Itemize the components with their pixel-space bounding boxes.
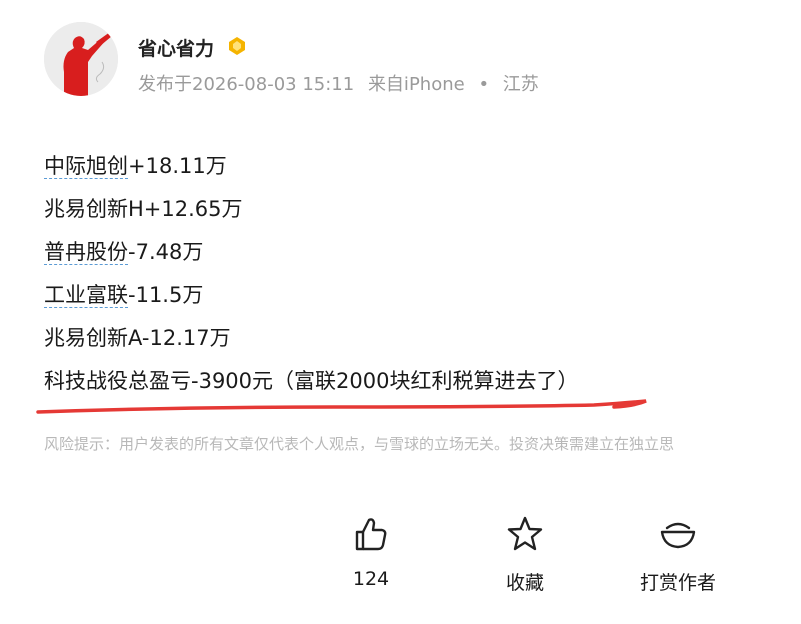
- favorite-button[interactable]: 收藏: [490, 514, 560, 595]
- thumbs-up-icon: [355, 518, 387, 551]
- holding-line: 兆易创新H+12.65万: [44, 191, 801, 234]
- tip-author-button[interactable]: 打赏作者: [628, 514, 728, 595]
- summary-line: 科技战役总盈亏-3900元（富联2000块红利税算进去了）: [44, 369, 579, 393]
- post-location: 江苏: [502, 74, 539, 95]
- favorite-label: 收藏: [505, 572, 544, 594]
- risk-notice: 风险提示：用户发表的所有文章仅代表个人观点，与雪球的立场无关。投资决策需建立在独…: [44, 435, 675, 453]
- post-content: 中际旭创+18.11万 兆易创新H+12.65万 普冉股份-7.48万 工业富联…: [44, 148, 801, 399]
- like-button[interactable]: 124: [340, 514, 402, 590]
- avatar-silhouette-icon: [44, 22, 118, 96]
- pnl-value: -12.17万: [141, 326, 231, 350]
- post-meta: 发布于2026-08-03 15:11 来自iPhone • 江苏: [138, 70, 547, 96]
- stock-link[interactable]: 工业富联: [44, 283, 128, 308]
- tip-label: 打赏作者: [639, 572, 716, 594]
- holding-line: 中际旭创+18.11万: [44, 148, 801, 191]
- publish-time[interactable]: 发布于2026-08-03 15:11: [138, 74, 354, 95]
- pnl-value: -11.5万: [128, 283, 204, 307]
- author-avatar[interactable]: [44, 22, 118, 96]
- stock-link[interactable]: 普冉股份: [44, 240, 128, 265]
- red-underline-annotation: [36, 399, 647, 414]
- like-count: 124: [352, 568, 390, 590]
- pnl-value: +12.65万: [143, 197, 243, 221]
- vip-badge-icon: [229, 37, 245, 55]
- pnl-value: +18.11万: [128, 154, 227, 178]
- stock-link[interactable]: 中际旭创: [44, 154, 128, 179]
- gold-ingot-icon: [660, 522, 696, 549]
- meta-separator: •: [478, 74, 490, 95]
- stock-name: 兆易创新H: [44, 197, 144, 221]
- holding-line: 普冉股份-7.48万: [44, 234, 801, 277]
- star-icon: [507, 516, 543, 551]
- post-source: 来自iPhone: [367, 74, 465, 95]
- pnl-value: -7.48万: [128, 240, 204, 264]
- author-name[interactable]: 省心省力: [138, 34, 214, 61]
- stock-name: 兆易创新A: [44, 326, 142, 350]
- holding-line: 工业富联-11.5万: [44, 277, 801, 320]
- holding-line: 兆易创新A-12.17万: [44, 320, 801, 363]
